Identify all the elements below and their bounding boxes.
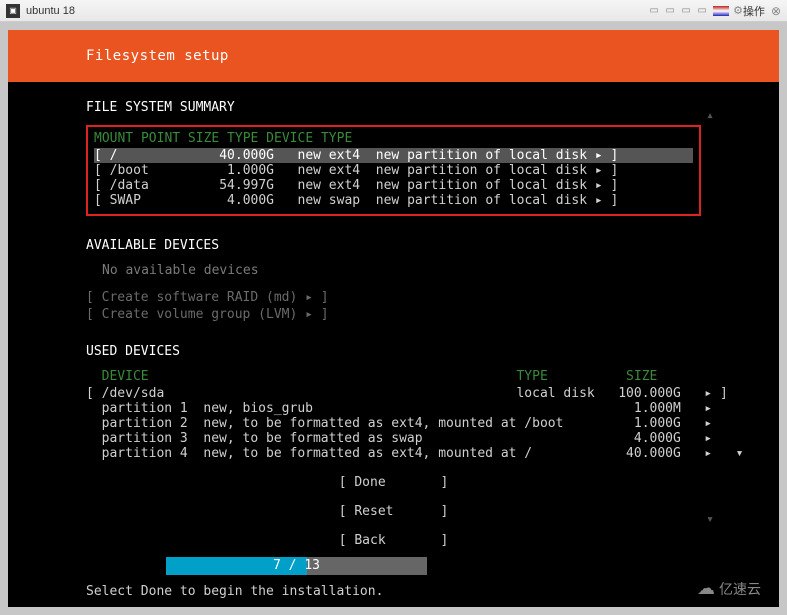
cloud-icon: ☁: [697, 578, 715, 599]
reset-button[interactable]: [ Reset ]: [86, 504, 701, 519]
display-mode-icon[interactable]: ▭: [647, 5, 661, 17]
action-menu[interactable]: 操作: [743, 3, 765, 19]
back-button[interactable]: [ Back ]: [86, 533, 701, 548]
gear-icon[interactable]: ⚙: [733, 4, 743, 17]
scrollbar[interactable]: ▴ ▾: [703, 108, 717, 527]
vm-viewport: Filesystem setup FILE SYSTEM SUMMARY MOU…: [0, 22, 787, 615]
window-titlebar: ▣ ubuntu 18 ▭ ▭ ▭ ▭ ⚙ 操作 ⊗: [0, 0, 787, 22]
watermark: ☁ 亿速云: [697, 578, 761, 599]
close-icon[interactable]: ⊗: [771, 4, 781, 18]
installer-screen: Filesystem setup FILE SYSTEM SUMMARY MOU…: [8, 30, 779, 607]
used-columns: DEVICE TYPE SIZE: [86, 369, 701, 384]
hint-text: Select Done to begin the installation.: [86, 584, 383, 599]
available-devices-section: AVAILABLE DEVICES No available devices […: [86, 238, 701, 322]
fs-summary-box: MOUNT POINT SIZE TYPE DEVICE TYPE [ / 40…: [86, 125, 701, 216]
fs-row-boot[interactable]: [ /boot 1.000G new ext4 new partition of…: [94, 163, 693, 178]
used-row-partition-4[interactable]: partition 4 new, to be formatted as ext4…: [86, 446, 701, 461]
available-title: AVAILABLE DEVICES: [86, 238, 701, 253]
create-lvm-option: [ Create volume group (LVM) ▸ ]: [86, 307, 701, 322]
fs-summary-title: FILE SYSTEM SUMMARY: [86, 100, 701, 115]
progress-bar: 7 / 13: [166, 557, 427, 575]
create-raid-option: [ Create software RAID (md) ▸ ]: [86, 290, 701, 305]
fs-row-swap[interactable]: [ SWAP 4.000G new swap new partition of …: [94, 193, 693, 208]
display-mode-icon[interactable]: ▭: [695, 5, 709, 17]
locale-flag-icon[interactable]: [713, 6, 729, 16]
display-mode-icon[interactable]: ▭: [679, 5, 693, 17]
page-title: Filesystem setup: [8, 30, 779, 82]
watermark-text: 亿速云: [719, 579, 761, 599]
no-devices-label: No available devices: [102, 263, 701, 278]
vm-icon: ▣: [6, 4, 20, 18]
used-devices-section: USED DEVICES DEVICE TYPE SIZE [ /dev/sda…: [86, 344, 701, 461]
fs-row-data[interactable]: [ /data 54.997G new ext4 new partition o…: [94, 178, 693, 193]
used-row-dev-sda[interactable]: [ /dev/sda local disk 100.000G ▸ ]: [86, 386, 701, 401]
window-title: ubuntu 18: [26, 5, 75, 17]
used-row-partition-2[interactable]: partition 2 new, to be formatted as ext4…: [86, 416, 701, 431]
fs-summary-columns: MOUNT POINT SIZE TYPE DEVICE TYPE: [94, 131, 693, 146]
used-row-partition-3[interactable]: partition 3 new, to be formatted as swap…: [86, 431, 701, 446]
used-row-partition-1[interactable]: partition 1 new, bios_grub 1.000M ▸: [86, 401, 701, 416]
scroll-down-icon[interactable]: ▾: [706, 512, 714, 527]
done-button[interactable]: [ Done ]: [86, 475, 701, 490]
scroll-up-icon[interactable]: ▴: [706, 108, 714, 123]
fs-row-root[interactable]: [ / 40.000G new ext4 new partition of lo…: [94, 148, 693, 163]
used-title: USED DEVICES: [86, 344, 701, 359]
display-mode-icon[interactable]: ▭: [663, 5, 677, 17]
progress-text: 7 / 13: [166, 557, 427, 575]
